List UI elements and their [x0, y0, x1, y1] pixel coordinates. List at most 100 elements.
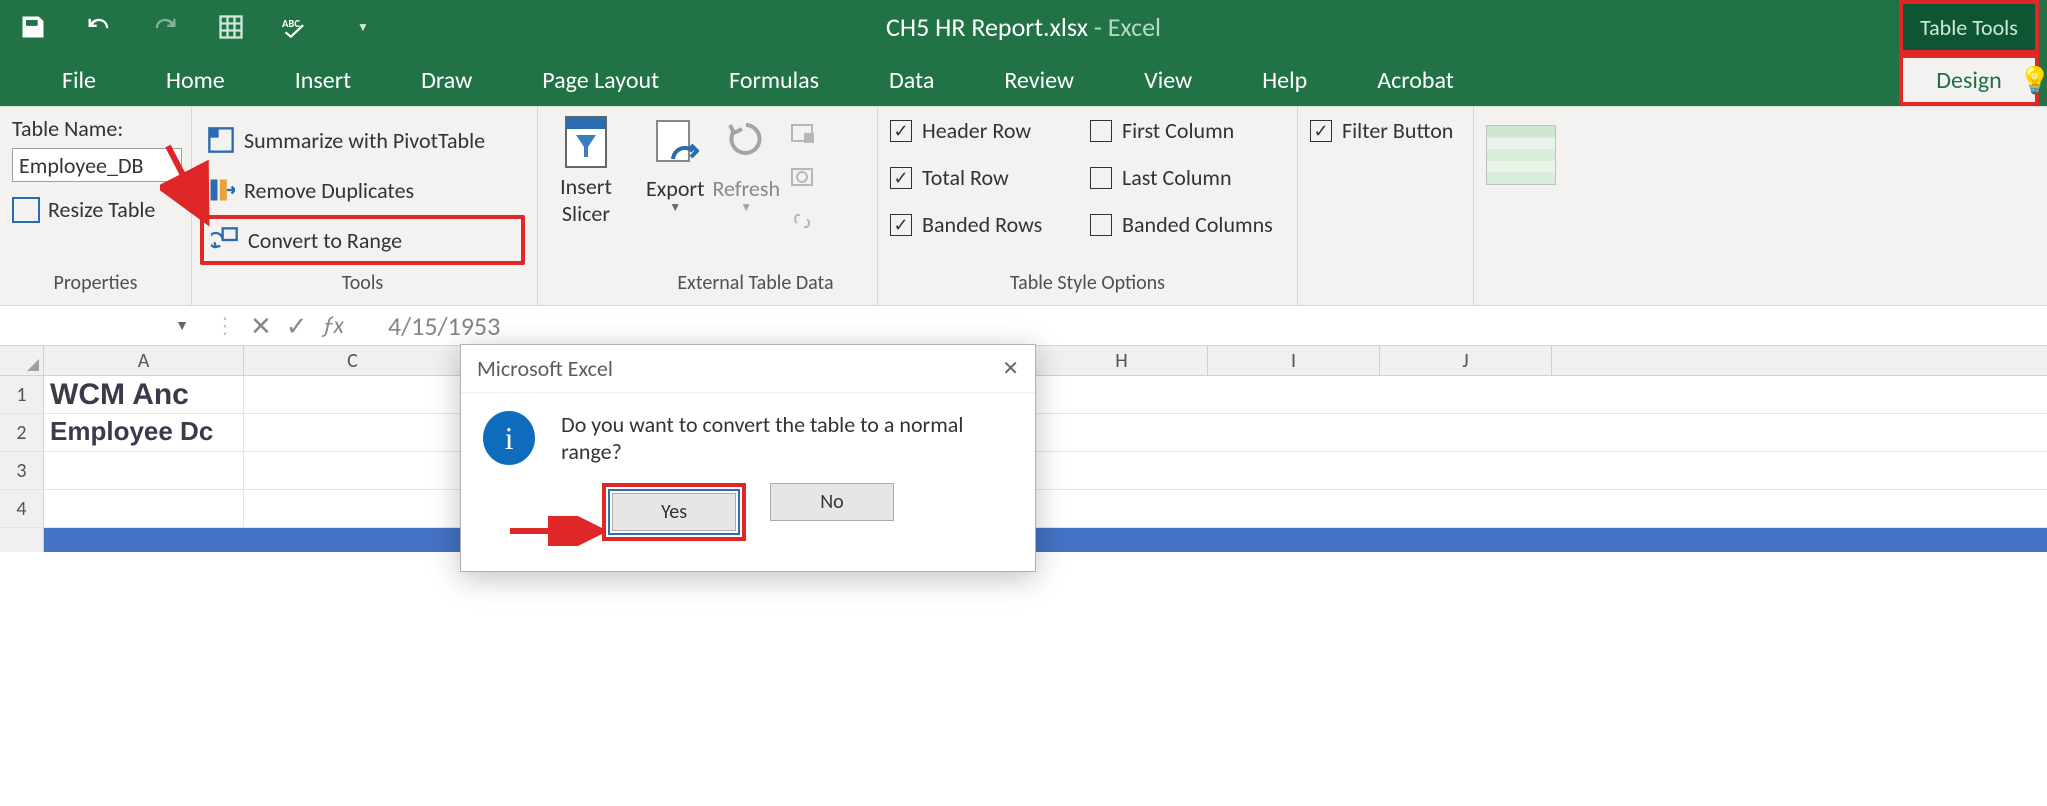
convert-to-range-button[interactable]: Convert to Range	[200, 215, 525, 265]
row-header[interactable]: 2	[0, 414, 44, 451]
tab-file[interactable]: File	[36, 54, 122, 106]
summarize-pivot-button[interactable]: Summarize with PivotTable	[200, 115, 525, 165]
table-style-thumb[interactable]	[1486, 125, 1556, 185]
row-header[interactable]: 1	[0, 376, 44, 413]
export-button[interactable]: Export ▼	[646, 115, 704, 215]
checkbox-icon	[1090, 167, 1112, 189]
yes-button[interactable]: Yes	[612, 493, 736, 531]
cell-C2[interactable]	[244, 414, 462, 451]
tab-review[interactable]: Review	[978, 54, 1100, 106]
svg-text:ABC: ABC	[282, 17, 300, 30]
spellcheck-icon[interactable]: ABC	[282, 12, 312, 42]
chevron-down-icon: ▼	[669, 200, 681, 215]
group-label-tools: Tools	[200, 271, 525, 301]
row-header[interactable]: 3	[0, 452, 44, 489]
title-bar: ABC ▼ CH5 HR Report.xlsx - Excel Table T…	[0, 0, 2047, 54]
document-name: CH5 HR Report.xlsx	[886, 11, 1088, 43]
tab-draw[interactable]: Draw	[395, 54, 498, 106]
table-name-label: Table Name:	[12, 115, 179, 142]
confirm-dialog: Microsoft Excel ✕ i Do you want to conve…	[460, 344, 1036, 572]
check-banded-rows[interactable]: ✓Banded Rows	[890, 211, 1090, 238]
col-header-H[interactable]: H	[1036, 346, 1208, 375]
fx-icon[interactable]: ƒx	[322, 311, 344, 340]
tab-view[interactable]: View	[1118, 54, 1218, 106]
ribbon-tabs: File Home Insert Draw Page Layout Formul…	[0, 54, 2047, 106]
cell-A1[interactable]: WCM Anc	[44, 376, 244, 413]
group-external-table-data: Export ▼ Refresh ▼ External Table Data	[634, 107, 878, 305]
annotation-highlight-yes: Yes	[602, 483, 746, 541]
qat-customize-caret-icon[interactable]: ▼	[348, 12, 378, 42]
save-icon[interactable]	[18, 12, 48, 42]
open-in-browser-icon[interactable]	[788, 165, 816, 189]
select-all-corner[interactable]	[0, 346, 44, 375]
group-properties: Table Name: Resize Table Properties	[0, 107, 192, 305]
group-slicer: Insert Slicer	[538, 107, 634, 305]
cell-C1[interactable]	[244, 376, 462, 413]
col-header-J[interactable]: J	[1380, 346, 1552, 375]
checkbox-icon: ✓	[890, 214, 912, 236]
undo-icon[interactable]	[84, 12, 114, 42]
tab-data[interactable]: Data	[863, 54, 960, 106]
redo-icon[interactable]	[150, 12, 180, 42]
tab-formulas[interactable]: Formulas	[703, 54, 845, 106]
slicer-icon	[562, 113, 610, 171]
group-table-style-options: ✓Header Row First Column ✓Total Row Last…	[878, 107, 1298, 305]
group-table-styles	[1474, 107, 2047, 305]
chevron-down-icon: ▼	[175, 317, 189, 334]
cell-A2[interactable]: Employee Dc	[44, 414, 244, 451]
checkbox-icon	[1090, 120, 1112, 142]
dialog-title: Microsoft Excel	[477, 355, 613, 382]
quick-access-toolbar: ABC ▼	[0, 12, 378, 42]
check-first-column[interactable]: First Column	[1090, 117, 1310, 144]
quick-table-icon[interactable]	[216, 12, 246, 42]
convert-range-icon	[210, 226, 240, 254]
col-header-C[interactable]: C	[244, 346, 462, 375]
close-icon[interactable]: ✕	[1002, 356, 1019, 381]
remove-duplicates-icon	[206, 176, 236, 204]
checkbox-icon: ✓	[890, 120, 912, 142]
enter-formula-icon[interactable]: ✓	[286, 310, 308, 342]
check-header-row[interactable]: ✓Header Row	[890, 117, 1090, 144]
row-header[interactable]	[0, 528, 44, 552]
formula-bar: ▼ ⋮ ✕ ✓ ƒx 4/15/1953	[0, 306, 2047, 346]
check-banded-cols[interactable]: Banded Columns	[1090, 211, 1310, 238]
checkbox-icon: ✓	[1310, 120, 1332, 142]
group-label-options: Table Style Options	[890, 271, 1285, 301]
resize-table-button[interactable]: Resize Table	[12, 196, 179, 223]
col-header-A[interactable]: A	[44, 346, 244, 375]
group-label-external: External Table Data	[646, 271, 865, 301]
dialog-message: Do you want to convert the table to a no…	[561, 411, 1013, 465]
contextual-tab-table-tools: Table Tools	[1899, 0, 2039, 54]
group-filter-button: ✓Filter Button	[1298, 107, 1474, 305]
ribbon: Table Name: Resize Table Properties Summ…	[0, 106, 2047, 306]
col-header-I[interactable]: I	[1208, 346, 1380, 375]
check-filter-button[interactable]: ✓Filter Button	[1310, 117, 1461, 144]
tab-home[interactable]: Home	[140, 54, 251, 106]
tab-page-layout[interactable]: Page Layout	[516, 54, 685, 106]
no-button[interactable]: No	[770, 483, 894, 521]
table-name-input[interactable]	[12, 148, 182, 182]
tab-acrobat[interactable]: Acrobat	[1351, 54, 1480, 106]
refresh-button[interactable]: Refresh ▼	[712, 115, 780, 215]
name-box[interactable]: ▼	[40, 316, 200, 335]
checkbox-icon: ✓	[890, 167, 912, 189]
insert-slicer-button[interactable]: Insert Slicer	[560, 113, 612, 227]
row-header[interactable]: 4	[0, 490, 44, 527]
resize-table-icon	[12, 197, 40, 223]
unlink-icon[interactable]	[788, 209, 816, 233]
check-last-column[interactable]: Last Column	[1090, 164, 1310, 191]
app-name: Excel	[1108, 11, 1161, 43]
tab-insert[interactable]: Insert	[269, 54, 377, 106]
formula-value[interactable]: 4/15/1953	[358, 310, 500, 342]
info-icon: i	[483, 411, 535, 465]
tab-help[interactable]: Help	[1236, 54, 1333, 106]
remove-duplicates-button[interactable]: Remove Duplicates	[200, 165, 525, 215]
table-properties-icon[interactable]	[788, 121, 816, 145]
window-title: CH5 HR Report.xlsx - Excel	[886, 11, 1161, 43]
tell-me-bulb-icon[interactable]: 💡	[2019, 64, 2047, 96]
group-label-properties: Properties	[12, 271, 179, 301]
cancel-formula-icon[interactable]: ✕	[250, 310, 272, 342]
check-total-row[interactable]: ✓Total Row	[890, 164, 1090, 191]
export-icon	[651, 115, 699, 173]
refresh-icon	[722, 115, 770, 173]
